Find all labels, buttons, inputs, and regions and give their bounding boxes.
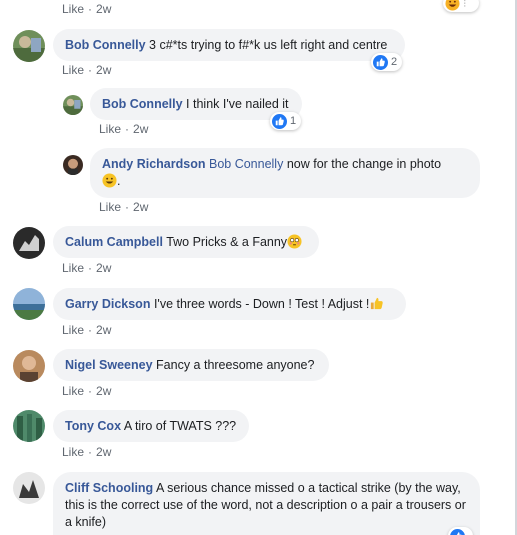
avatar[interactable] — [13, 472, 45, 504]
avatar[interactable] — [13, 227, 45, 259]
comment-text: 3 c#*ts trying to f#*k us left right and… — [149, 38, 388, 52]
avatar[interactable] — [63, 95, 83, 115]
comment-actions-top: Like · 2w — [62, 2, 112, 16]
timestamp[interactable]: 2w — [96, 261, 111, 275]
commenter-name[interactable]: Calum Campbell — [65, 235, 163, 249]
avatar[interactable] — [13, 350, 45, 382]
reaction-badge-top[interactable]: ⁝ — [443, 0, 479, 12]
like-link[interactable]: Like — [99, 200, 121, 214]
thumbs-up-icon — [450, 528, 465, 535]
timestamp[interactable]: 2w — [96, 384, 111, 398]
comment-bubble: Nigel Sweeney Fancy a threesome anyone? — [53, 349, 329, 381]
like-link[interactable]: Like — [62, 323, 84, 337]
avatar[interactable] — [63, 155, 83, 175]
commenter-name[interactable]: Bob Connelly — [102, 97, 183, 111]
comment-bubble: Bob Connelly I think I've nailed it — [90, 88, 302, 120]
comment-text: Fancy a threesome anyone? — [156, 358, 315, 372]
comment-bubble: Calum Campbell Two Pricks & a Fanny — [53, 226, 319, 258]
comment-actions: Like · 2w — [99, 122, 149, 136]
comment-actions: Like · 2w — [62, 384, 112, 398]
avatar[interactable] — [13, 30, 45, 62]
timestamp[interactable]: 2w — [96, 323, 111, 337]
comment-actions: Like · 2w — [99, 200, 149, 214]
reaction-badge[interactable] — [448, 527, 473, 535]
comment-text: now for the change in photo — [286, 157, 442, 171]
commenter-name[interactable]: Tony Cox — [65, 419, 121, 433]
comment-actions: Like · 2w — [62, 261, 112, 275]
timestamp[interactable]: 2w — [133, 200, 148, 214]
reaction-badge[interactable]: 1 — [270, 112, 302, 130]
comment-text-end: . — [117, 174, 121, 188]
comment-actions: Like · 2w — [62, 63, 112, 77]
like-link[interactable]: Like — [99, 122, 121, 136]
comment-bubble: Bob Connelly 3 c#*ts trying to f#*k us l… — [53, 29, 405, 61]
grinning-face-icon — [102, 173, 117, 188]
timestamp[interactable]: 2w — [133, 122, 148, 136]
reaction-badge[interactable]: 2 — [371, 53, 403, 71]
comment-actions: Like · 2w — [62, 323, 112, 337]
comment-bubble: Tony Cox A tiro of TWATS ??? — [53, 410, 249, 442]
haha-icon — [445, 0, 460, 11]
timestamp[interactable]: 2w — [96, 63, 111, 77]
comment-bubble: Garry Dickson I've three words - Down ! … — [53, 288, 406, 320]
comment-text: I've three words - Down ! Test ! Adjust … — [153, 297, 370, 311]
thumbs-up-emoji-icon — [371, 297, 384, 310]
commenter-name[interactable]: Nigel Sweeney — [65, 358, 153, 372]
timestamp[interactable]: 2w — [96, 445, 111, 459]
avatar[interactable] — [13, 288, 45, 320]
timestamp[interactable]: 2w — [96, 2, 111, 16]
reaction-count: 1 — [290, 115, 297, 127]
flushed-face-icon — [287, 234, 302, 249]
like-link[interactable]: Like — [62, 445, 84, 459]
thumbs-up-icon — [272, 113, 287, 129]
like-link[interactable]: Like — [62, 261, 84, 275]
avatar[interactable] — [13, 410, 45, 442]
comment-bubble: Andy Richardson Bob Connelly now for the… — [90, 148, 480, 198]
thumbs-up-icon — [373, 54, 388, 70]
like-link[interactable]: Like — [62, 63, 84, 77]
tagged-name[interactable]: Bob Connelly — [209, 157, 283, 171]
reaction-count: 2 — [391, 56, 398, 68]
commenter-name[interactable]: Bob Connelly — [65, 38, 146, 52]
commenter-name[interactable]: Cliff Schooling — [65, 481, 153, 495]
comment-bubble: Cliff Schooling A serious chance missed … — [53, 472, 480, 535]
commenter-name[interactable]: Andy Richardson — [102, 157, 206, 171]
comment-text: I think I've nailed it — [186, 97, 289, 111]
commenter-name[interactable]: Garry Dickson — [65, 297, 150, 311]
comment-text: Two Pricks & a Fanny — [166, 235, 288, 249]
comment-actions: Like · 2w — [62, 445, 112, 459]
like-link[interactable]: Like — [62, 384, 84, 398]
comment-text: A tiro of TWATS ??? — [123, 419, 237, 433]
like-link[interactable]: Like — [62, 2, 84, 16]
